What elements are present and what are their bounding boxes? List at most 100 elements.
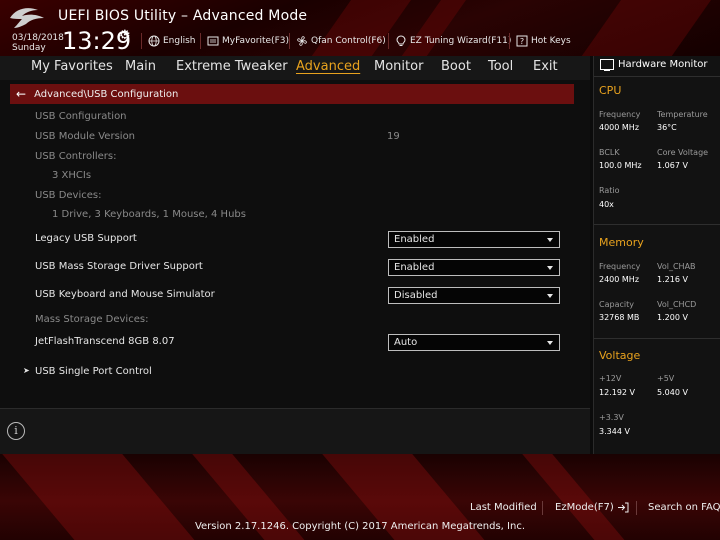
main-menu-bar: My Favorites Main Extreme Tweaker Advanc…: [0, 56, 590, 81]
chevron-down-icon: [547, 293, 553, 298]
menu-main[interactable]: Main: [125, 59, 156, 74]
breadcrumb[interactable]: ← Advanced\USB Configuration: [10, 84, 574, 104]
hot-keys-label: Hot Keys: [531, 36, 571, 46]
legacy-usb-support-value: Enabled: [394, 234, 435, 245]
v33-value: 3.344 V: [599, 427, 630, 436]
v12-label: +12V: [599, 374, 622, 383]
menu-monitor[interactable]: Monitor: [374, 59, 423, 74]
header-separator: [509, 33, 510, 49]
content-panel: ← Advanced\USB Configuration USB Configu…: [0, 80, 590, 408]
usb-controllers-label: USB Controllers:: [35, 151, 117, 162]
legacy-usb-support-dropdown[interactable]: Enabled: [388, 231, 560, 248]
legacy-usb-support-label[interactable]: Legacy USB Support: [35, 233, 137, 244]
footer-separator: [636, 501, 637, 515]
date-display: 03/18/2018: [12, 33, 64, 43]
header-separator: [289, 33, 290, 49]
chevron-right-icon: ➤: [23, 366, 30, 375]
usb-devices-value: 1 Drive, 3 Keyboards, 1 Mouse, 4 Hubs: [52, 209, 246, 220]
usb-devices-label: USB Devices:: [35, 190, 102, 201]
capacity-value: 32768 MB: [599, 313, 640, 322]
bclk-value: 100.0 MHz: [599, 161, 642, 170]
vol-chab-label: Vol_CHAB: [657, 262, 696, 271]
jetflash-device-dropdown[interactable]: Auto: [388, 334, 560, 351]
vol-chcd-value: 1.200 V: [657, 313, 688, 322]
v5-label: +5V: [657, 374, 675, 383]
breadcrumb-text: Advanced\USB Configuration: [34, 88, 179, 100]
myfavorite-button[interactable]: MyFavorite(F3): [207, 33, 289, 49]
qfan-control-label: Qfan Control(F6): [311, 36, 386, 46]
usb-single-port-control-link[interactable]: USB Single Port Control: [35, 366, 152, 377]
usb-keyboard-mouse-simulator-value: Disabled: [394, 290, 438, 301]
hardware-monitor-title: Hardware Monitor: [600, 59, 707, 71]
copyright-text: Version 2.17.1246. Copyright (C) 2017 Am…: [194, 521, 526, 532]
search-faq-button[interactable]: Search on FAQ: [648, 502, 720, 513]
usb-keyboard-mouse-simulator-dropdown[interactable]: Disabled: [388, 287, 560, 304]
language-label: English: [163, 36, 196, 46]
mass-storage-devices-label: Mass Storage Devices:: [35, 314, 149, 325]
back-arrow-icon[interactable]: ←: [16, 87, 26, 101]
cpu-temperature-label: Temperature: [657, 110, 708, 119]
cpu-frequency-label: Frequency: [599, 110, 641, 119]
capacity-label: Capacity: [599, 300, 634, 309]
menu-tool[interactable]: Tool: [488, 59, 513, 74]
day-display: Sunday: [12, 43, 46, 53]
v33-label: +3.3V: [599, 413, 624, 422]
ezmode-button[interactable]: EzMode(F7): [555, 502, 629, 513]
voltage-section-title: Voltage: [599, 349, 641, 362]
cpu-temperature-value: 36°C: [657, 123, 677, 132]
chevron-down-icon: [547, 265, 553, 270]
usb-controllers-value: 3 XHCIs: [52, 170, 92, 181]
core-voltage-label: Core Voltage: [657, 148, 709, 157]
menu-extreme-tweaker[interactable]: Extreme Tweaker: [176, 59, 288, 74]
ez-tuning-wizard-label: EZ Tuning Wizard(F11): [410, 36, 512, 46]
menu-advanced[interactable]: Advanced: [296, 59, 360, 74]
usb-keyboard-mouse-simulator-label[interactable]: USB Keyboard and Mouse Simulator: [35, 289, 215, 300]
divider: [594, 76, 720, 77]
fan-icon: [297, 36, 307, 46]
ratio-label: Ratio: [599, 186, 620, 195]
myfavorite-label: MyFavorite(F3): [222, 36, 289, 46]
jetflash-device-value: Auto: [394, 337, 418, 348]
exit-arrow-icon: [617, 502, 629, 513]
question-icon: ?: [516, 35, 528, 47]
vol-chab-value: 1.216 V: [657, 275, 688, 284]
bulb-icon: [396, 35, 406, 46]
hardware-monitor-panel: Hardware Monitor CPU Frequency Temperatu…: [593, 56, 720, 454]
menu-my-favorites[interactable]: My Favorites: [31, 59, 113, 74]
info-icon: i: [7, 422, 25, 440]
usb-mass-storage-driver-value: Enabled: [394, 262, 435, 273]
usb-mass-storage-driver-label[interactable]: USB Mass Storage Driver Support: [35, 261, 203, 272]
rog-logo-icon: [10, 8, 44, 29]
help-bar: i: [0, 408, 590, 455]
language-button[interactable]: English: [148, 33, 196, 49]
footer-separator: [542, 501, 543, 515]
v12-value: 12.192 V: [599, 388, 636, 397]
memory-section-title: Memory: [599, 236, 644, 249]
header-separator: [141, 33, 142, 49]
qfan-control-button[interactable]: Qfan Control(F6): [296, 33, 386, 49]
favorite-icon: [207, 36, 219, 46]
divider: [594, 338, 720, 339]
cpu-frequency-value: 4000 MHz: [599, 123, 640, 132]
bclk-label: BCLK: [599, 148, 620, 157]
scrollbar[interactable]: [585, 80, 590, 408]
hot-keys-button[interactable]: ? Hot Keys: [516, 33, 571, 49]
monitor-icon: [600, 59, 614, 71]
core-voltage-value: 1.067 V: [657, 161, 688, 170]
menu-exit[interactable]: Exit: [533, 59, 558, 74]
gear-icon[interactable]: ⚙: [119, 28, 131, 43]
chevron-down-icon: [547, 340, 553, 345]
footer: Last Modified EzMode(F7) Search on FAQ V…: [0, 454, 720, 540]
jetflash-device-label[interactable]: JetFlashTranscend 8GB 8.07: [35, 336, 175, 347]
memory-frequency-value: 2400 MHz: [599, 275, 640, 284]
top-header: UEFI BIOS Utility – Advanced Mode 03/18/…: [0, 0, 720, 56]
ez-tuning-wizard-button[interactable]: EZ Tuning Wizard(F11): [395, 33, 511, 49]
vol-chcd-label: Vol_CHCD: [657, 300, 697, 309]
usb-mass-storage-driver-dropdown[interactable]: Enabled: [388, 259, 560, 276]
last-modified-button[interactable]: Last Modified: [470, 502, 537, 513]
app-title: UEFI BIOS Utility – Advanced Mode: [58, 8, 308, 24]
divider: [594, 224, 720, 225]
menu-boot[interactable]: Boot: [441, 59, 471, 74]
usb-module-version-label: USB Module Version: [35, 131, 136, 142]
ezmode-label: EzMode(F7): [555, 502, 614, 513]
